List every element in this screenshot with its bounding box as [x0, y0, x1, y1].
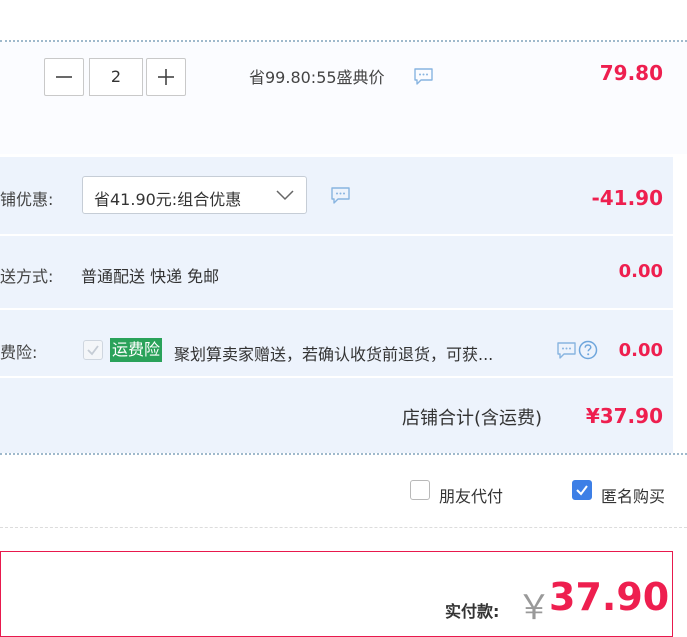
decrement-button[interactable] — [44, 58, 84, 96]
currency-symbol: ￥ — [517, 588, 551, 628]
discount-select[interactable]: 省41.90元:组合优惠 — [82, 176, 307, 214]
chat-bubble-icon[interactable] — [556, 341, 577, 360]
chevron-down-icon — [276, 190, 294, 201]
row-separator — [0, 234, 673, 236]
checkmark-icon — [576, 485, 588, 496]
insurance-tag: 运费险 — [110, 338, 163, 362]
insurance-amount: 0.00 — [618, 340, 663, 361]
promo-text: 省99.80:55盛典价 — [249, 68, 385, 87]
chat-bubble-icon[interactable] — [413, 67, 434, 86]
discount-selected-value: 省41.90元:组合优惠 — [94, 190, 242, 209]
store-total-amount: ¥37.90 — [585, 404, 663, 428]
payment-label: 实付款: — [445, 602, 500, 621]
shipping-label: 送方式: — [0, 267, 54, 286]
item-price: 79.80 — [599, 61, 663, 85]
plus-icon — [158, 69, 174, 85]
discount-label: 铺优惠: — [0, 190, 54, 209]
row-separator — [0, 376, 673, 378]
question-circle-icon[interactable] — [578, 340, 598, 360]
friend-pay-label: 朋友代付 — [439, 487, 504, 506]
chat-bubble-icon[interactable] — [330, 186, 351, 205]
row-separator — [0, 308, 673, 310]
quantity-input[interactable]: 2 — [89, 58, 143, 96]
shipping-method: 普通配送 快递 免邮 — [81, 267, 220, 286]
friend-pay-checkbox[interactable] — [410, 480, 430, 500]
insurance-checkbox[interactable] — [83, 340, 103, 360]
insurance-text: 聚划算卖家赠送，若确认收货前退货，可获... — [174, 345, 494, 364]
discount-amount: -41.90 — [591, 186, 663, 210]
anonymous-checkbox[interactable] — [572, 480, 592, 500]
payment-amount: 37.90 — [549, 575, 670, 619]
checkmark-icon — [87, 345, 99, 356]
anonymous-label: 匿名购买 — [601, 487, 666, 506]
shipping-amount: 0.00 — [618, 261, 663, 282]
insurance-label: 费险: — [0, 343, 38, 362]
section-divider — [0, 453, 687, 455]
section-divider — [0, 527, 687, 528]
increment-button[interactable] — [146, 58, 186, 96]
minus-icon — [56, 76, 72, 78]
store-total-label: 店铺合计(含运费) — [402, 408, 543, 429]
